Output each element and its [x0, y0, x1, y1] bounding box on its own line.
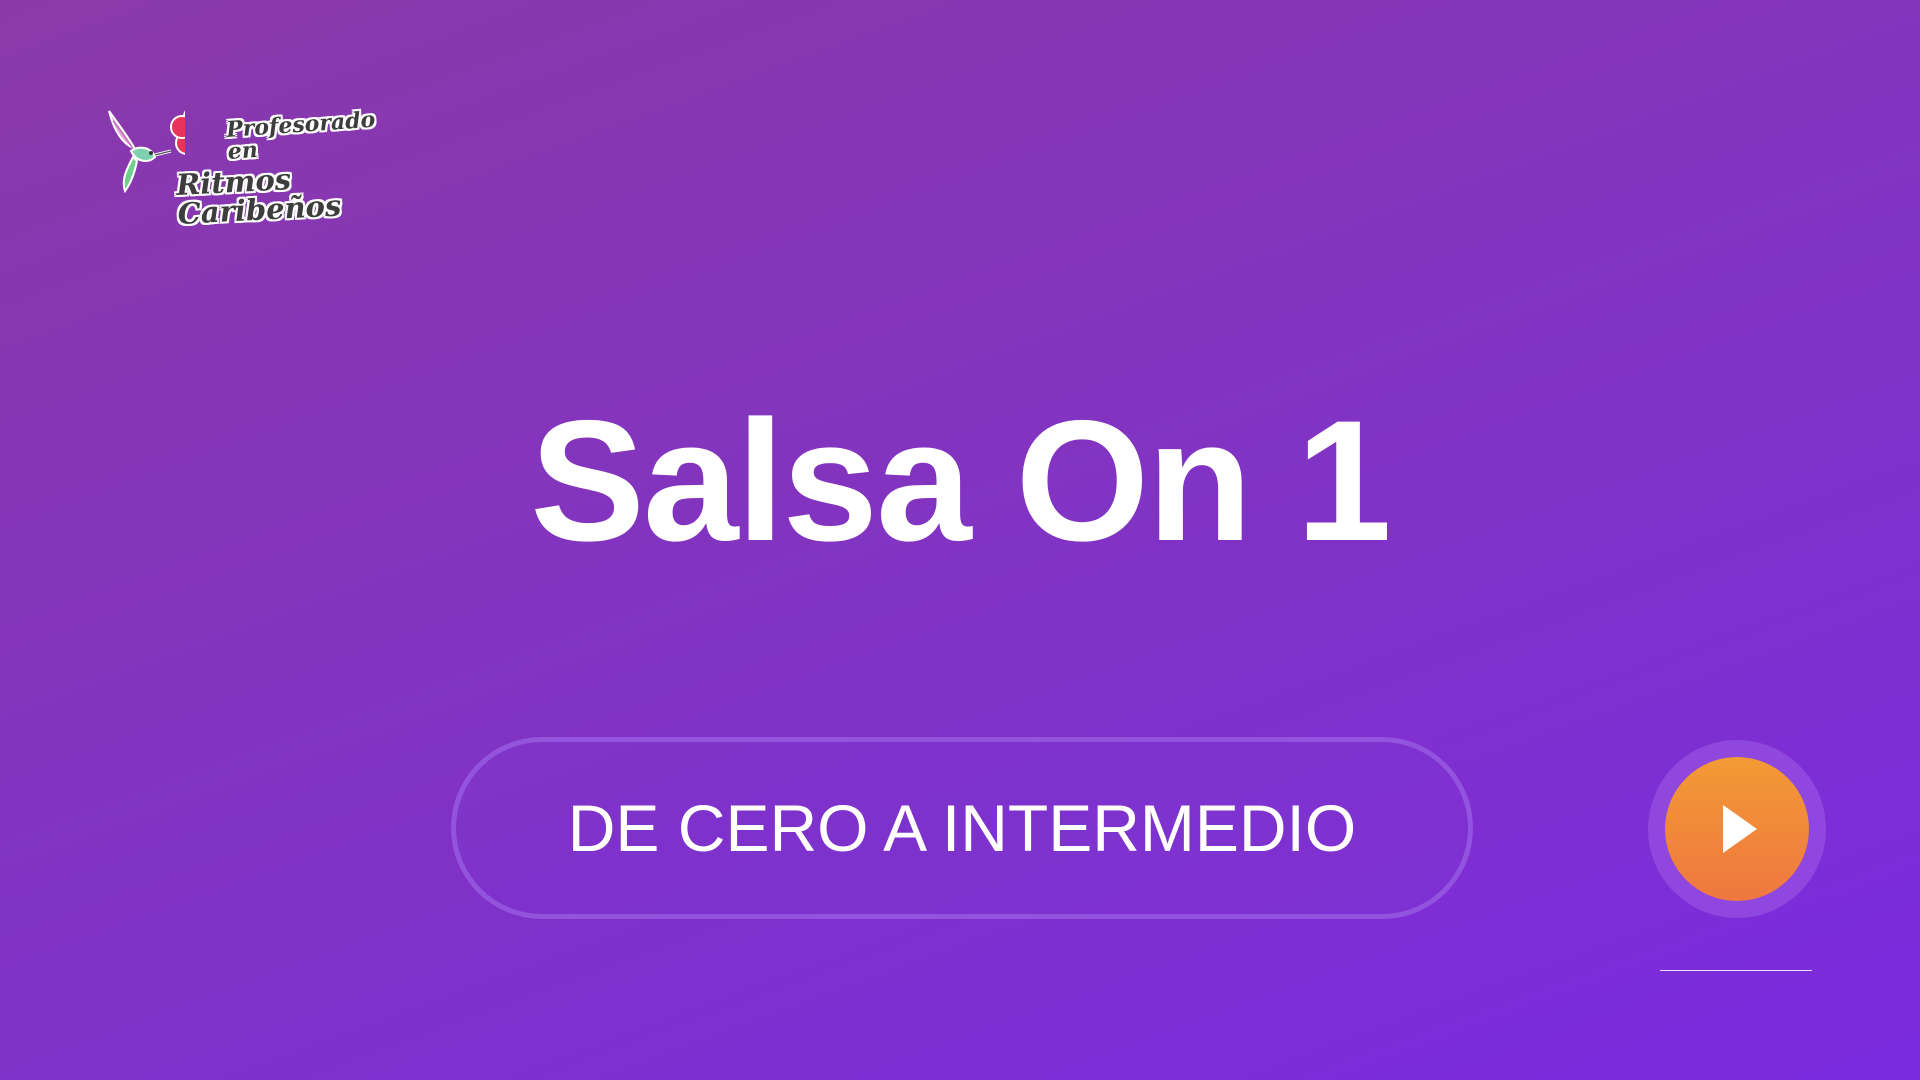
level-pill: DE CERO A INTERMEDIO	[451, 737, 1473, 919]
play-icon	[1723, 805, 1757, 853]
logo-line-2: Ritmos Caribeños	[175, 162, 343, 231]
brand-logo: Profesorado en Ritmos Caribeños	[105, 105, 405, 231]
course-title: Salsa On 1	[530, 385, 1392, 577]
logo-line-1: Profesorado en	[225, 106, 377, 165]
level-pill-label: DE CERO A INTERMEDIO	[567, 791, 1357, 865]
divider-line	[1660, 970, 1812, 971]
logo-wordmark: Profesorado en Ritmos Caribeños	[165, 107, 405, 231]
play-button-core[interactable]	[1665, 757, 1809, 901]
play-button[interactable]	[1648, 740, 1826, 918]
